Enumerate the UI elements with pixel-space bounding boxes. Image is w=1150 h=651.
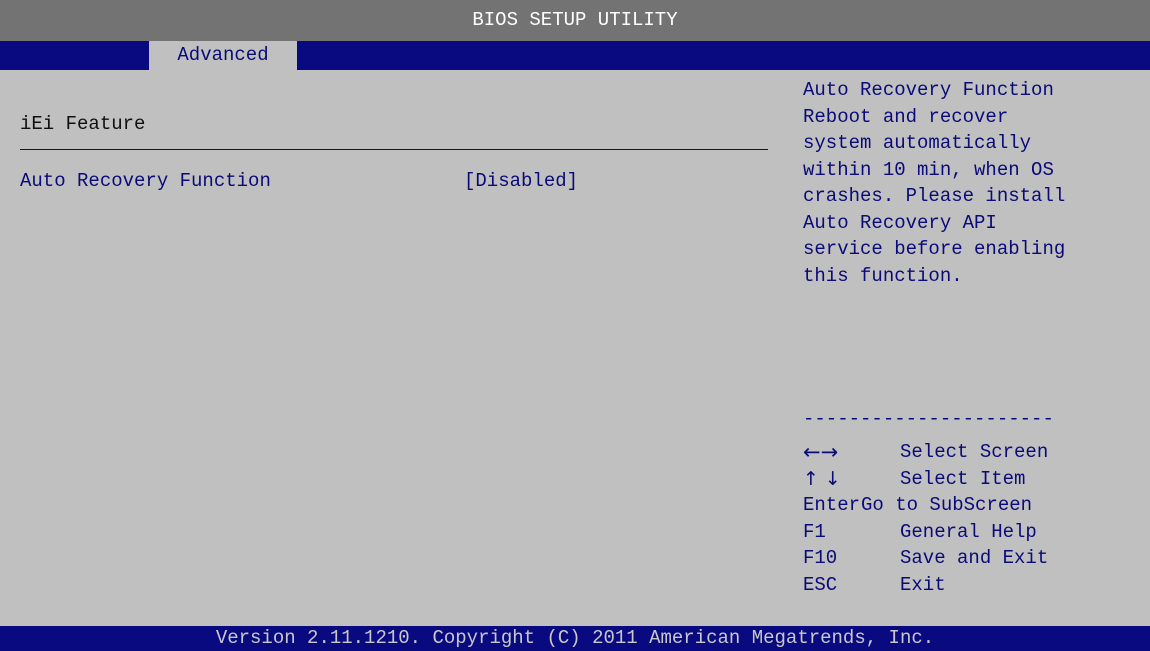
version-text: Version 2.11.1210. Copyright (C) 2011 Am…: [215, 627, 935, 649]
help-line: system automatically: [803, 132, 1032, 154]
key-row-select-screen: ←→ Select Screen: [803, 439, 1148, 466]
title-bar: BIOS SETUP UTILITY: [0, 0, 1150, 41]
help-line: Reboot and recover: [803, 105, 1009, 128]
key-name: ESC: [803, 573, 838, 596]
section-title: iEi Feature: [20, 113, 146, 135]
key-desc: Go to SubScreen: [861, 494, 1033, 516]
setting-label: Auto Recovery Function: [20, 170, 271, 192]
version-bar: Version 2.11.1210. Copyright (C) 2011 Am…: [0, 626, 1150, 651]
bios-screen: BIOS SETUP UTILITY Advanced iEi Feature …: [0, 0, 1150, 651]
app-title: BIOS SETUP UTILITY: [472, 9, 678, 31]
key-name: Enter: [803, 494, 861, 516]
key-desc: Select Screen: [900, 441, 1049, 463]
section-divider: [20, 149, 768, 150]
key-row-f1: F1 General Help: [803, 519, 1148, 546]
help-line: service before enabling: [803, 238, 1066, 260]
setting-value[interactable]: [Disabled]: [464, 168, 578, 194]
footer: Version 2.11.1210. Copyright (C) 2011 Am…: [0, 598, 1150, 651]
up-down-arrows-icon: ↑↓: [803, 467, 847, 490]
help-line: Auto Recovery API: [803, 211, 997, 234]
key-desc: Save and Exit: [900, 547, 1049, 569]
key-row-f10: F10 Save and Exit: [803, 545, 1148, 572]
settings-pane: iEi Feature Auto Recovery Function [Disa…: [0, 70, 795, 598]
help-text: Auto Recovery Function Reboot and recove…: [803, 77, 1148, 289]
setting-auto-recovery-function[interactable]: Auto Recovery Function [Disabled]: [20, 168, 620, 194]
help-line: Auto Recovery Function: [803, 79, 1054, 101]
help-separator: ----------------------: [803, 408, 1054, 430]
key-name: F1: [803, 520, 826, 543]
help-pane: Auto Recovery Function Reboot and recove…: [795, 70, 1150, 598]
help-line: crashes. Please install: [803, 185, 1066, 207]
left-right-arrows-icon: ←→: [803, 440, 839, 464]
key-name: F10: [803, 547, 838, 569]
key-desc: General Help: [900, 520, 1037, 543]
key-desc: Exit: [900, 573, 946, 596]
tab-bar: Advanced: [0, 41, 1150, 70]
help-line: this function.: [803, 264, 963, 287]
tab-advanced[interactable]: Advanced: [149, 41, 297, 70]
key-legend: ←→ Select Screen ↑↓ Select Item Enter Go…: [803, 439, 1148, 598]
help-line: within 10 min, when OS: [803, 158, 1054, 181]
key-row-esc: ESC Exit: [803, 572, 1148, 599]
key-row-enter: Enter Go to SubScreen: [803, 492, 1148, 519]
key-row-select-item: ↑↓ Select Item: [803, 466, 1148, 493]
key-desc: Select Item: [900, 467, 1026, 490]
tab-label: Advanced: [177, 44, 269, 66]
